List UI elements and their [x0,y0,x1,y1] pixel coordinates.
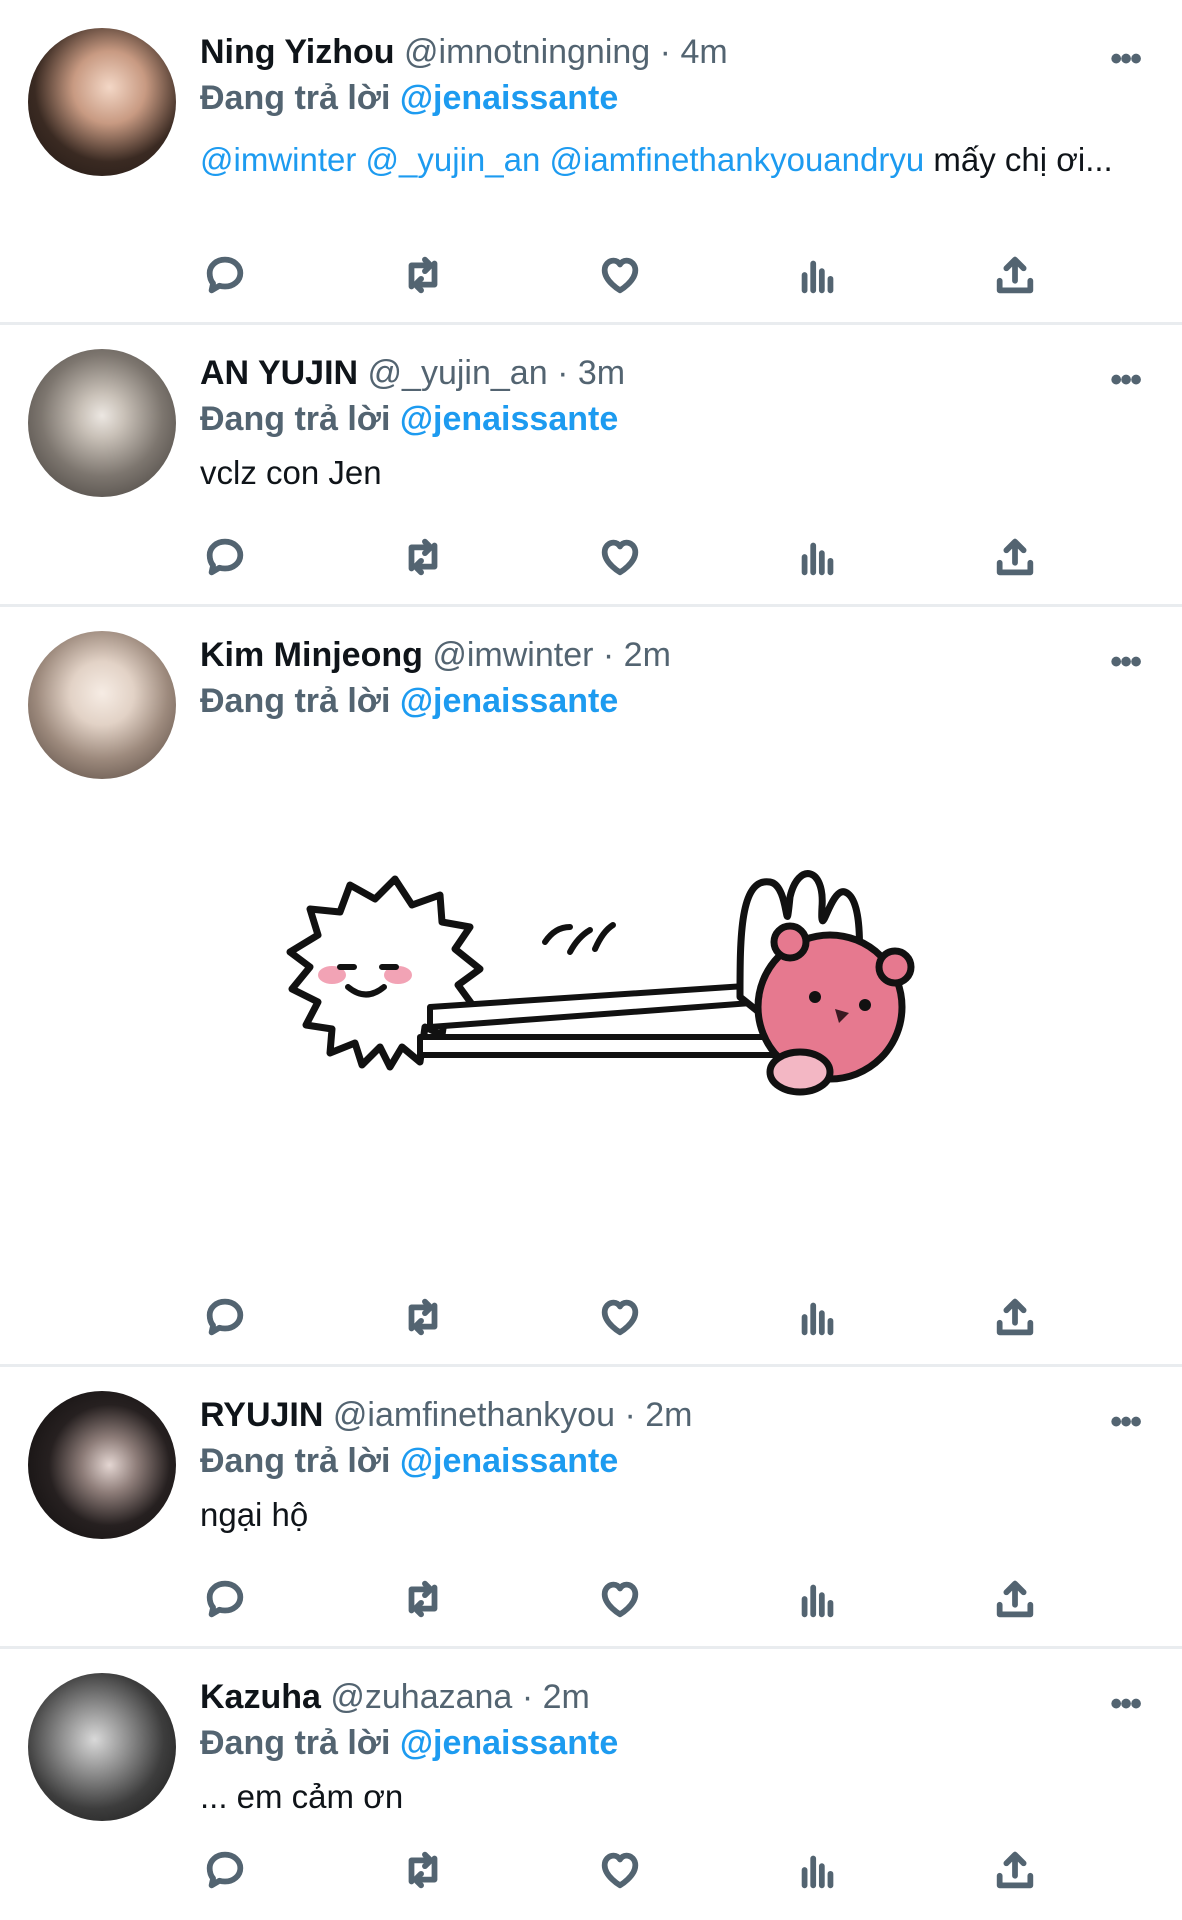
separator-dot: · [659,33,671,71]
retweet-icon[interactable] [398,1845,448,1895]
share-icon[interactable] [990,250,1040,300]
separator-dot: · [624,1396,636,1434]
like-icon[interactable] [595,1574,645,1624]
more-options-icon[interactable]: ••• [1110,1403,1142,1442]
like-icon[interactable] [595,532,645,582]
retweet-icon[interactable] [398,1292,448,1342]
reply-prefix: Đang trả lời [200,79,391,117]
reply-to-link[interactable]: @jenaissante [400,79,618,117]
reply-icon[interactable] [200,1292,250,1342]
retweet-icon[interactable] [398,250,448,300]
user-handle[interactable]: @zuhazana [330,1678,512,1716]
tweet-text: @imwinter @_yujin_an @iamfinethankyouand… [200,140,1142,180]
analytics-icon[interactable] [793,532,843,582]
tweet-header: Kim Minjeong @imwinter · 2m [200,633,1142,677]
timestamp[interactable]: 3m [578,354,625,392]
retweet-icon[interactable] [398,1574,448,1624]
action-bar [200,1292,1040,1342]
sticker-image[interactable] [270,857,1010,1187]
like-icon[interactable] [595,1292,645,1342]
reply-context: Đang trả lời @jenaissante [200,679,1142,723]
avatar-kim-minjeong[interactable] [28,631,176,779]
tweet-header: AN YUJIN @_yujin_an · 3m [200,351,1142,395]
analytics-icon[interactable] [793,1845,843,1895]
reply-icon[interactable] [200,250,250,300]
action-bar [200,1845,1040,1895]
more-options-icon[interactable]: ••• [1110,361,1142,400]
tweet-header: Kazuha @zuhazana · 2m [200,1675,1142,1719]
action-bar [200,1574,1040,1624]
display-name[interactable]: RYUJIN [200,1396,323,1434]
retweet-icon[interactable] [398,532,448,582]
tweet-text: ngại hộ [200,1496,309,1533]
reply-to-link[interactable]: @jenaissante [400,682,618,720]
share-icon[interactable] [990,1845,1040,1895]
action-bar [200,250,1040,300]
share-icon[interactable] [990,532,1040,582]
user-handle[interactable]: @imnotningning [404,33,650,71]
display-name[interactable]: AN YUJIN [200,354,358,392]
timestamp[interactable]: 2m [645,1396,692,1434]
user-handle[interactable]: @_yujin_an [368,354,548,392]
reply-to-link[interactable]: @jenaissante [400,1442,618,1480]
separator-dot: · [521,1678,534,1716]
separator-dot: · [557,354,569,392]
mention-link[interactable]: @_yujin_an [366,141,541,178]
timestamp[interactable]: 2m [624,636,671,674]
reply-to-link[interactable]: @jenaissante [400,1724,618,1762]
separator-dot: · [602,636,615,674]
analytics-icon[interactable] [793,1574,843,1624]
tweet-kazuha[interactable]: Kazuha @zuhazana · 2m Đang trả lời @jena… [0,1649,1182,1898]
action-bar [200,532,1040,582]
timestamp[interactable]: 2m [543,1678,590,1716]
display-name[interactable]: Kim Minjeong [200,636,423,674]
more-options-icon[interactable]: ••• [1110,40,1142,79]
reply-to-link[interactable]: @jenaissante [400,400,618,438]
avatar-an-yujin[interactable] [28,349,176,497]
tweet-header: RYUJIN @iamfinethankyou · 2m [200,1393,1142,1437]
reply-context: Đang trả lời @jenaissante [200,76,1142,120]
display-name[interactable]: Kazuha [200,1678,321,1716]
like-icon[interactable] [595,250,645,300]
reply-icon[interactable] [200,1574,250,1624]
display-name[interactable]: Ning Yizhou [200,33,395,71]
more-options-icon[interactable]: ••• [1110,1685,1142,1724]
tweet-text: vclz con Jen [200,454,382,491]
reply-prefix: Đang trả lời [200,400,391,438]
tweet-kim-minjeong[interactable]: Kim Minjeong @imwinter · 2m Đang trả lời… [0,607,1182,1367]
mention-link[interactable]: @imwinter [200,141,356,178]
analytics-icon[interactable] [793,1292,843,1342]
tweet-an-yujin[interactable]: AN YUJIN @_yujin_an · 3m Đang trả lời @j… [0,325,1182,607]
reply-context: Đang trả lời @jenaissante [200,1721,1142,1765]
tweet-text: ... em cảm ơn [200,1778,404,1815]
mention-link[interactable]: @iamfinethankyouandryu [549,141,924,178]
avatar-ryujin[interactable] [28,1391,176,1539]
reply-context: Đang trả lời @jenaissante [200,1439,1142,1483]
tweet-header: Ning Yizhou @imnotningning · 4m [200,30,1142,74]
reply-icon[interactable] [200,532,250,582]
reply-icon[interactable] [200,1845,250,1895]
timestamp[interactable]: 4m [680,33,727,71]
analytics-icon[interactable] [793,250,843,300]
cartoon-sticker [286,870,915,1096]
reply-prefix: Đang trả lời [200,1442,391,1480]
user-handle[interactable]: @iamfinethankyou [333,1396,615,1434]
like-icon[interactable] [595,1845,645,1895]
reply-prefix: Đang trả lời [200,682,391,720]
reply-prefix: Đang trả lời [200,1724,391,1762]
share-icon[interactable] [990,1292,1040,1342]
share-icon[interactable] [990,1574,1040,1624]
tweet-body: mấy chị ơi... [933,141,1113,178]
more-options-icon[interactable]: ••• [1110,643,1142,682]
avatar-ning-yizhou[interactable] [28,28,176,176]
tweet-ning-yizhou[interactable]: Ning Yizhou @imnotningning · 4m Đang trả… [0,0,1182,325]
reply-context: Đang trả lời @jenaissante [200,397,1142,441]
user-handle[interactable]: @imwinter [432,636,593,674]
tweet-ryujin[interactable]: RYUJIN @iamfinethankyou · 2m Đang trả lờ… [0,1367,1182,1649]
avatar-kazuha[interactable] [28,1673,176,1821]
